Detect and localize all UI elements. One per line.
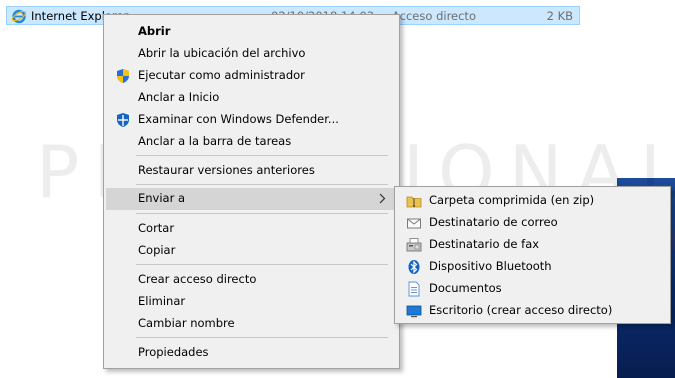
uac-shield-icon — [117, 69, 129, 83]
menu-item-ejecutar-admin[interactable]: Ejecutar como administrador — [106, 65, 397, 86]
menu-item-label: Cortar — [138, 221, 175, 235]
menu-separator — [136, 184, 388, 185]
menu-item-label: Examinar con Windows Defender... — [138, 112, 339, 126]
submenu-item-label: Escritorio (crear acceso directo) — [429, 303, 613, 317]
menu-item-crear-acceso[interactable]: Crear acceso directo — [106, 269, 397, 290]
mail-recipient-icon — [407, 218, 421, 229]
submenu-item-zip[interactable]: Carpeta comprimida (en zip) — [397, 190, 668, 211]
menu-item-label: Copiar — [138, 243, 176, 257]
windows-defender-icon — [117, 113, 129, 127]
menu-item-cortar[interactable]: Cortar — [106, 218, 397, 239]
submenu-item-escritorio[interactable]: Escritorio (crear acceso directo) — [397, 300, 668, 321]
submenu-item-label: Documentos — [429, 281, 502, 295]
submenu-item-mail[interactable]: Destinatario de correo — [397, 212, 668, 233]
submenu-item-label: Destinatario de fax — [429, 237, 540, 251]
menu-item-label: Abrir la ubicación del archivo — [138, 46, 306, 60]
menu-item-windows-defender[interactable]: Examinar con Windows Defender... — [106, 109, 397, 130]
menu-item-label: Restaurar versiones anteriores — [138, 163, 315, 177]
menu-item-label: Crear acceso directo — [138, 272, 257, 286]
submenu-item-bluetooth[interactable]: Dispositivo Bluetooth — [397, 256, 668, 277]
menu-item-label: Anclar a Inicio — [138, 90, 220, 104]
menu-separator — [136, 155, 388, 156]
menu-item-cambiar-nombre[interactable]: Cambiar nombre — [106, 313, 397, 334]
documents-icon — [408, 281, 420, 297]
menu-item-label: Anclar a la barra de tareas — [138, 134, 292, 148]
menu-separator — [136, 264, 388, 265]
menu-item-label: Eliminar — [138, 294, 186, 308]
desktop-icon — [406, 305, 422, 318]
menu-item-label: Cambiar nombre — [138, 316, 235, 330]
zip-folder-icon — [406, 196, 422, 208]
submenu-item-label: Dispositivo Bluetooth — [429, 259, 552, 273]
menu-item-abrir-ubicacion[interactable]: Abrir la ubicación del archivo — [106, 43, 397, 64]
menu-item-label: Propiedades — [138, 345, 209, 359]
menu-item-label: Enviar a — [138, 191, 186, 205]
send-to-submenu: Carpeta comprimida (en zip) Destinatario… — [394, 186, 671, 324]
internet-explorer-icon — [11, 9, 27, 24]
menu-item-copiar[interactable]: Copiar — [106, 240, 397, 261]
menu-item-eliminar[interactable]: Eliminar — [106, 291, 397, 312]
file-type: Acceso directo — [392, 9, 476, 23]
submenu-item-label: Destinatario de correo — [429, 215, 558, 229]
file-size: 2 KB — [546, 9, 573, 23]
menu-item-anclar-inicio[interactable]: Anclar a Inicio — [106, 87, 397, 108]
menu-item-label: Ejecutar como administrador — [138, 68, 305, 82]
menu-item-anclar-barra[interactable]: Anclar a la barra de tareas — [106, 131, 397, 152]
menu-item-label: Abrir — [138, 24, 171, 38]
submenu-item-documentos[interactable]: Documentos — [397, 278, 668, 299]
menu-separator — [136, 337, 388, 338]
bluetooth-icon — [408, 260, 420, 274]
chevron-right-icon — [379, 193, 386, 204]
submenu-item-fax[interactable]: Destinatario de fax — [397, 234, 668, 255]
menu-item-restaurar-versiones[interactable]: Restaurar versiones anteriores — [106, 160, 397, 181]
submenu-item-label: Carpeta comprimida (en zip) — [429, 193, 595, 207]
fax-icon — [406, 238, 422, 252]
menu-item-abrir[interactable]: Abrir — [106, 21, 397, 42]
menu-separator — [136, 213, 388, 214]
menu-item-enviar-a[interactable]: Enviar a — [106, 188, 397, 210]
menu-item-propiedades[interactable]: Propiedades — [106, 342, 397, 363]
context-menu: Abrir Abrir la ubicación del archivo Eje… — [103, 14, 400, 369]
